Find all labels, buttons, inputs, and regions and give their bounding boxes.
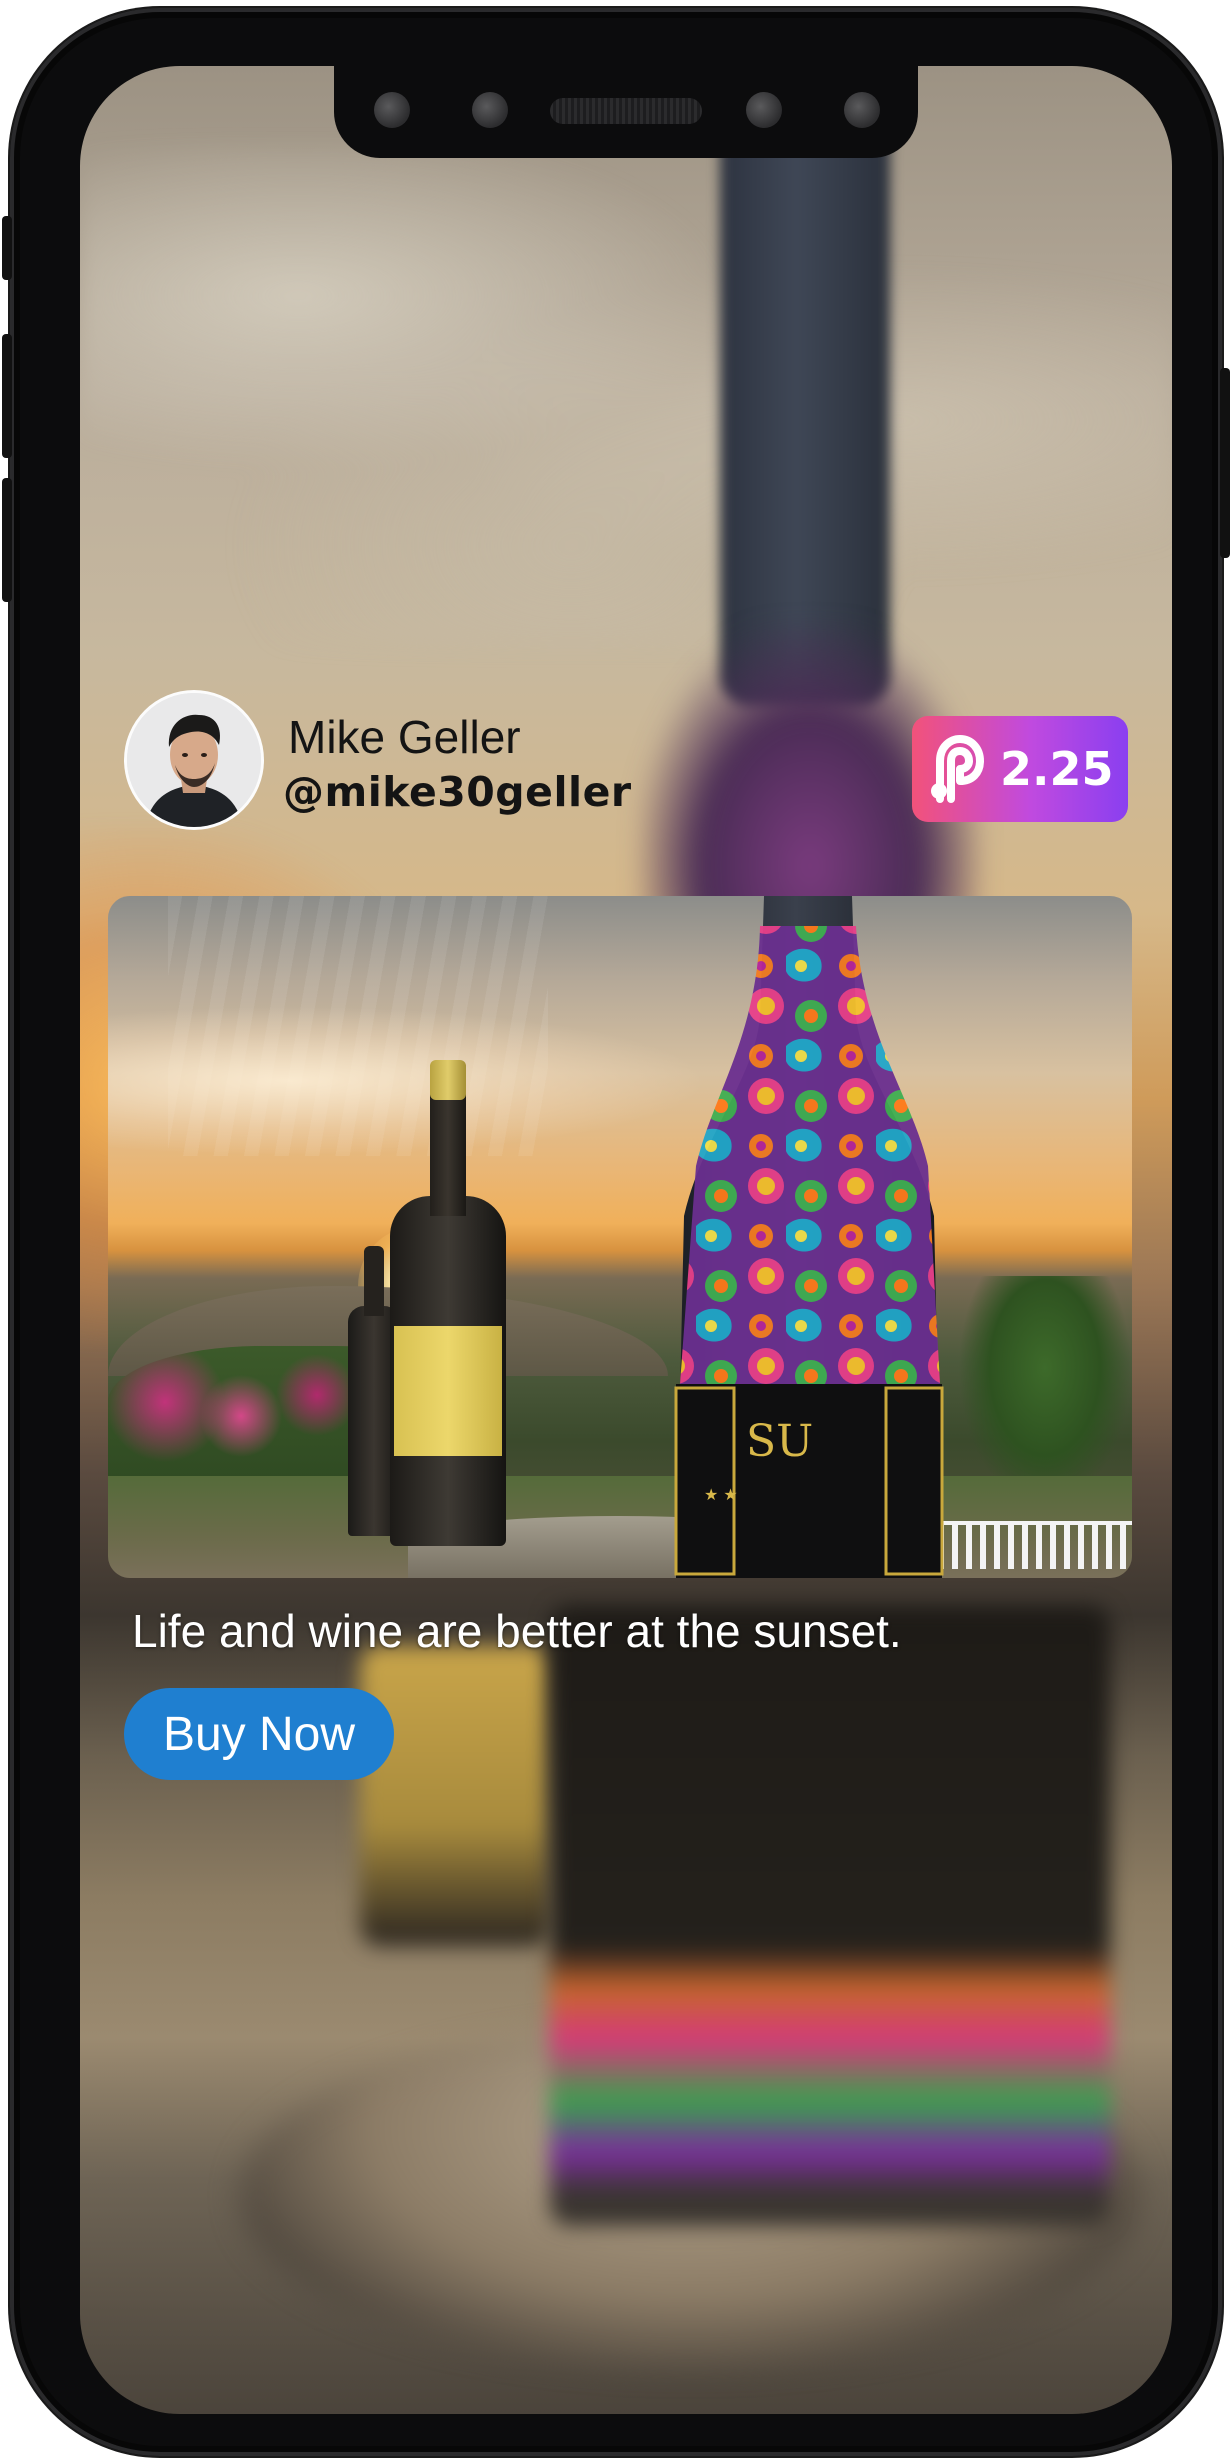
volume-up-button [2,334,12,458]
sensor-dot [472,92,508,128]
post-media-image[interactable]: SU ★ ★ [108,896,1132,1578]
bottle-cap [430,1060,466,1100]
background-bottle-left [360,1646,550,1946]
paisley-wine-bottle: SU ★ ★ [674,896,944,1578]
volume-down-button [2,478,12,602]
trees [958,1276,1132,1506]
background-bottle-neck [720,66,890,706]
earpiece-speaker [550,98,702,124]
author-handle[interactable]: @mike30geller [283,768,632,816]
cloud [108,1006,708,1156]
svg-text:SU: SU [746,1416,813,1467]
screen: Mike Geller @mike30geller 2.25 SU ★ ★ Li… [80,66,1172,2414]
sensor-dot [844,92,880,128]
price-badge[interactable]: 2.25 [912,716,1128,822]
author-name[interactable]: Mike Geller [288,710,521,764]
background-sky [80,146,1172,646]
sensor-dot [374,92,410,128]
audius-logo-icon [931,735,984,803]
phone-frame: Mike Geller @mike30geller 2.25 SU ★ ★ Li… [2,8,1230,2456]
background-bottle-body [550,1606,1110,2226]
buy-now-button[interactable]: Buy Now [124,1688,394,1780]
mute-switch [2,216,12,280]
front-camera [746,92,782,128]
power-button [1220,368,1230,558]
post-caption: Life and wine are better at the sunset. [132,1605,902,1657]
price-value: 2.25 [1000,742,1114,796]
svg-text:★ ★: ★ ★ [704,1485,738,1504]
avatar[interactable] [124,690,264,830]
notch [334,66,918,158]
bottle-label [394,1326,502,1456]
avatar-portrait-icon [127,693,261,827]
yellow-label-wine-bottle [390,1060,506,1546]
